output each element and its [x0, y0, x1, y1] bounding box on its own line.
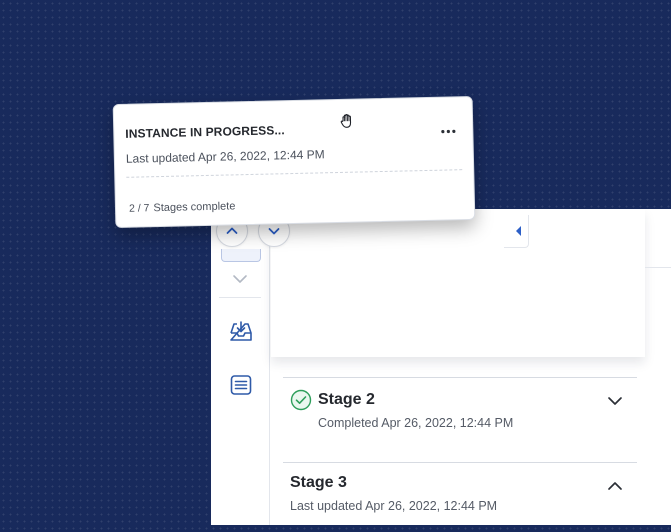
list-document-icon[interactable]: [229, 374, 253, 401]
collapse-marker[interactable]: [504, 215, 529, 248]
stage-status: Last updated Apr 26, 2022, 12:44 PM: [290, 499, 498, 513]
workflow-panel: Stage 2 Completed Apr 26, 2022, 12:44 PM…: [211, 209, 671, 525]
chevron-up-icon: [226, 227, 238, 234]
grab-hand-icon: [339, 111, 358, 136]
stage-progress: 2 / 7 Stages complete: [129, 200, 236, 214]
rail-tab[interactable]: [221, 249, 261, 262]
chevron-down-icon[interactable]: [607, 394, 623, 412]
inbox-download-icon[interactable]: [229, 321, 253, 348]
chevron-down-icon: [268, 228, 280, 235]
card-divider: [126, 169, 463, 178]
stage-item[interactable]: Stage 2 Completed Apr 26, 2022, 12:44 PM: [283, 377, 637, 463]
instance-status-title: INSTANCE IN PROGRESS...: [125, 123, 285, 141]
rail-divider: [219, 297, 261, 298]
stage-detail-card: [271, 209, 645, 357]
chevron-down-icon[interactable]: [231, 272, 249, 290]
check-circle-icon: [290, 389, 312, 416]
stage-status: Completed Apr 26, 2022, 12:44 PM: [318, 416, 514, 430]
dragged-instance-card[interactable]: INSTANCE IN PROGRESS... Last updated Apr…: [112, 95, 476, 229]
stage-title: Stage 2: [318, 391, 375, 408]
stage-title: Stage 3: [290, 474, 347, 491]
stage-item[interactable]: Stage 3 Last updated Apr 26, 2022, 12:44…: [283, 462, 637, 532]
last-updated-text: Last updated Apr 26, 2022, 12:44 PM: [125, 147, 325, 166]
progress-label: Stages complete: [153, 200, 236, 215]
chevron-up-icon[interactable]: [607, 479, 623, 497]
caret-left-icon: [516, 226, 521, 236]
side-rail: [211, 209, 270, 525]
progress-fraction: 2 / 7: [128, 202, 150, 215]
panel-edge: [645, 209, 671, 268]
more-horizontal-icon[interactable]: [440, 121, 456, 139]
